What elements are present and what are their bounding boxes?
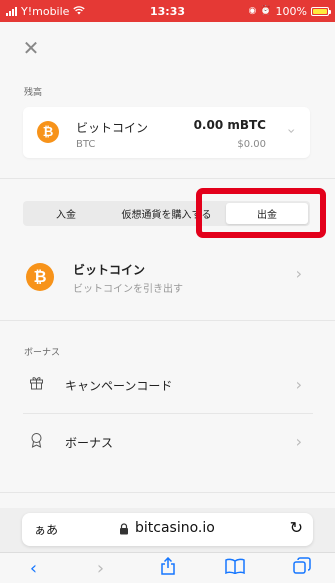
row-separator — [23, 413, 313, 414]
campaign-code-row[interactable]: キャンペーンコード › — [0, 362, 335, 412]
highlight-annotation — [196, 188, 326, 238]
divider — [0, 320, 335, 321]
status-left: Y!mobile — [6, 4, 86, 18]
chevron-down-icon: › — [283, 128, 300, 134]
bookmarks-icon[interactable] — [215, 558, 255, 579]
tab-deposit[interactable]: 入金 — [25, 203, 107, 224]
browser-address-area: ぁあ bitcasino.io ↻ — [0, 508, 335, 552]
chevron-right-icon: › — [295, 432, 302, 451]
bonus-section-label: ボーナス — [24, 348, 61, 358]
bitcoin-icon: ₿ — [37, 121, 59, 143]
divider — [0, 178, 335, 179]
withdraw-subtitle: ビットコインを引き出す — [73, 284, 183, 295]
withdraw-title: ビットコイン — [73, 263, 146, 277]
withdraw-bitcoin-row[interactable]: ₿ ビットコイン ビットコインを引き出す › — [0, 250, 335, 302]
battery-icon — [311, 6, 331, 16]
balance-amount: 0.00 mBTC — [193, 118, 266, 132]
bonus-label: ボーナス — [65, 436, 114, 450]
balance-currency-selector[interactable]: ₿ ビットコイン BTC 0.00 mBTC $0.00 › — [23, 107, 310, 158]
address-bar[interactable]: ぁあ bitcasino.io ↻ — [22, 513, 313, 546]
balance-usd: $0.00 — [237, 139, 266, 150]
chevron-right-icon: › — [295, 375, 302, 394]
location-icon: ◉ — [248, 6, 257, 16]
close-icon: ✕ — [22, 36, 40, 60]
reload-icon[interactable]: ↻ — [290, 518, 303, 537]
divider — [0, 492, 335, 493]
status-bar: Y!mobile 13:33 ◉ ⏰ 100% — [0, 0, 335, 22]
signal-icon — [6, 6, 17, 16]
text-size-button[interactable]: ぁあ — [34, 521, 58, 538]
forward-icon[interactable]: › — [81, 558, 121, 579]
wifi-icon — [73, 5, 86, 18]
alarm-icon: ⏰ — [260, 6, 272, 16]
lock-icon — [120, 523, 128, 535]
campaign-code-label: キャンペーンコード — [65, 379, 173, 393]
browser-toolbar: ‹ › — [0, 552, 335, 583]
gift-icon — [29, 375, 44, 394]
bonus-row[interactable]: ボーナス › — [0, 418, 335, 468]
close-button[interactable]: ✕ — [20, 37, 42, 59]
url-text: bitcasino.io — [135, 520, 215, 536]
balance-label: 残高 — [24, 88, 43, 98]
tabs-icon[interactable] — [282, 556, 322, 580]
bitcoin-icon: ₿ — [26, 263, 54, 291]
back-icon[interactable]: ‹ — [14, 558, 54, 579]
badge-icon — [29, 432, 44, 452]
coin-name: ビットコイン — [76, 121, 149, 135]
chevron-right-icon: › — [295, 264, 302, 283]
battery-percent: 100% — [275, 4, 307, 18]
status-right: ◉ ⏰ 100% — [248, 4, 331, 18]
share-icon[interactable] — [148, 556, 188, 580]
coin-symbol: BTC — [76, 139, 96, 150]
carrier-label: Y!mobile — [21, 4, 70, 18]
